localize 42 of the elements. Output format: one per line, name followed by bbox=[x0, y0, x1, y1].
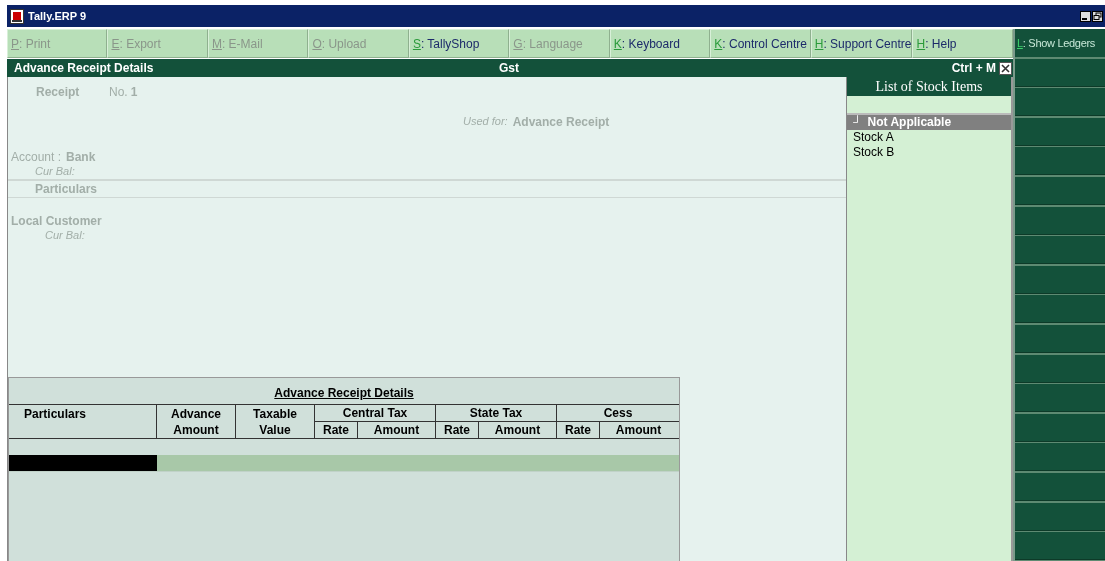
toolbar-button[interactable]: H: Help bbox=[912, 29, 1013, 58]
used-for-label: Used for: bbox=[463, 115, 508, 129]
column-group-header: Central Tax bbox=[342, 406, 408, 420]
window-title: Tally.ERP 9 bbox=[28, 10, 87, 22]
column-header: Particulars bbox=[24, 407, 87, 421]
voucher-number-label: No. bbox=[109, 85, 128, 99]
toolbar-button[interactable]: H: Support Centre bbox=[810, 29, 913, 58]
column-header: Advance Amount bbox=[171, 407, 221, 437]
list-item[interactable]: Stock A bbox=[847, 130, 1011, 145]
toolbar-button[interactable]: S: TallyShop bbox=[408, 29, 510, 58]
toolbar-button[interactable]: K: Keyboard bbox=[609, 29, 711, 58]
screen-title: Advance Receipt Details bbox=[14, 61, 155, 75]
list-item[interactable]: ┘ Not Applicable bbox=[847, 115, 1011, 130]
company-name: Gst bbox=[499, 61, 520, 75]
toolbar-button[interactable]: K: Control Centre bbox=[710, 29, 811, 58]
minimize-icon[interactable] bbox=[1080, 10, 1091, 22]
balance-label: Cur Bal: bbox=[35, 165, 75, 177]
selected-row[interactable] bbox=[9, 455, 679, 472]
list-item[interactable]: Stock B bbox=[847, 145, 1011, 160]
balance-label: Cur Bal: bbox=[45, 229, 85, 241]
app-icon bbox=[10, 8, 24, 24]
column-group-header: State Tax bbox=[469, 406, 523, 420]
account-value: Bank bbox=[66, 150, 96, 164]
voucher-number: 1 bbox=[130, 85, 138, 99]
ledger-name: Local Customer bbox=[11, 214, 102, 228]
column-header: Amount bbox=[373, 423, 420, 437]
panel-title: Advance Receipt Details bbox=[274, 386, 414, 400]
account-label: Account : bbox=[11, 150, 62, 164]
used-for-value: Advance Receipt bbox=[512, 115, 610, 129]
column-heading: Particulars bbox=[35, 182, 98, 196]
column-header: Rate bbox=[565, 423, 591, 437]
voucher-type: Receipt bbox=[36, 85, 81, 99]
column-header: Rate bbox=[444, 423, 470, 437]
column-group-header: Cess bbox=[603, 406, 633, 420]
restore-icon[interactable] bbox=[1092, 10, 1103, 22]
list-title: List of Stock Items bbox=[847, 77, 1011, 96]
column-header: Amount bbox=[494, 423, 541, 437]
close-icon[interactable] bbox=[999, 61, 1012, 75]
column-header: Taxable Value bbox=[253, 407, 297, 437]
shortcut-label: Ctrl + M bbox=[951, 61, 996, 75]
column-header: Amount bbox=[615, 423, 662, 437]
column-header: Rate bbox=[323, 423, 349, 437]
